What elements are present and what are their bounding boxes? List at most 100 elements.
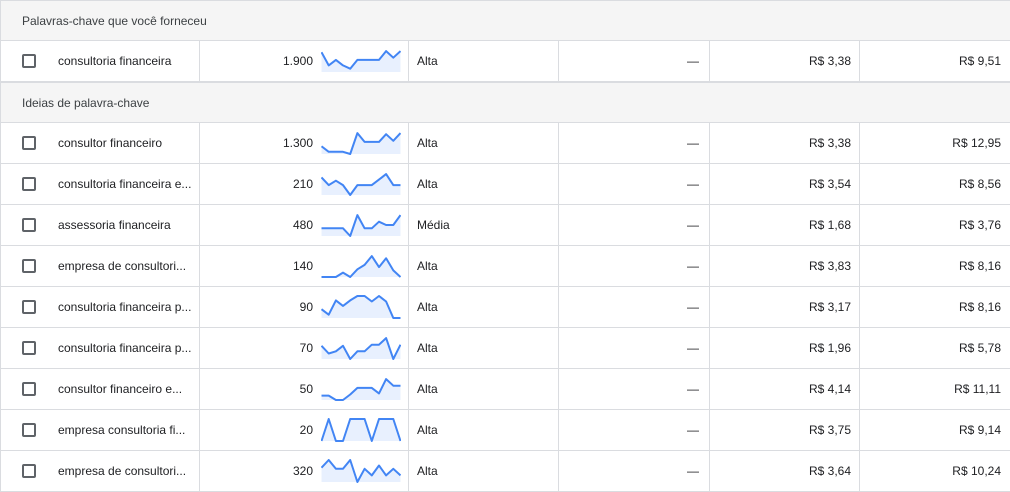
competition-cell: Alta xyxy=(409,369,559,409)
checkbox-cell xyxy=(1,287,49,327)
top-of-page-bid-high: R$ 9,51 xyxy=(958,54,1001,68)
checkbox-cell xyxy=(1,164,49,204)
top-of-page-bid-high: R$ 12,95 xyxy=(952,136,1001,150)
competition-cell: Alta xyxy=(409,287,559,327)
top-of-page-bid-low: R$ 3,17 xyxy=(710,287,860,327)
search-trend-sparkline xyxy=(321,295,401,319)
search-trend-sparkline xyxy=(321,255,401,278)
trend-cell xyxy=(320,287,409,327)
search-trend-sparkline xyxy=(321,378,401,401)
competition-cell: Alta xyxy=(409,410,559,450)
table-row: consultor financeiro e... 50 Alta — R$ 4,14 R… xyxy=(1,369,1010,410)
section-title: Ideias de palavra-chave xyxy=(22,95,150,110)
top-of-page-bid-low: R$ 3,75 xyxy=(710,410,860,450)
checkbox-cell xyxy=(1,328,49,368)
competition-cell: Alta xyxy=(409,246,559,286)
keyword-text: consultor financeiro e... xyxy=(58,382,183,396)
keyword-cell: assessoria financeira xyxy=(49,205,200,245)
checkbox-cell xyxy=(1,369,49,409)
keyword-text: empresa de consultori... xyxy=(58,464,187,478)
keyword-cell: consultor financeiro e... xyxy=(49,369,200,409)
top-of-page-bid-high: R$ 8,16 xyxy=(958,259,1001,273)
trend-cell xyxy=(320,410,409,450)
avg-monthly-searches: 70 xyxy=(299,341,313,355)
keyword-text: consultoria financeira e... xyxy=(58,177,192,191)
competition-cell: Alta xyxy=(409,164,559,204)
top-of-page-bid-high: R$ 9,14 xyxy=(958,423,1001,437)
search-trend-sparkline xyxy=(321,132,401,155)
checkbox-cell xyxy=(1,246,49,286)
table-row: empresa de consultori... 320 Alta — R$ 3,64 R… xyxy=(1,451,1010,492)
ad-impression-share: — xyxy=(559,123,710,163)
checkbox-cell xyxy=(1,123,49,163)
top-of-page-bid-high: R$ 11,11 xyxy=(954,382,1001,396)
search-trend-sparkline xyxy=(321,337,401,360)
keyword-text: consultoria financeira xyxy=(58,54,172,68)
keyword-cell: consultor financeiro xyxy=(49,123,200,163)
checkbox-cell xyxy=(1,205,49,245)
row-checkbox[interactable] xyxy=(22,259,36,273)
avg-monthly-searches: 50 xyxy=(299,382,313,396)
row-checkbox[interactable] xyxy=(22,54,36,68)
table-row: empresa consultoria fi... 20 Alta — R$ 3,75 R… xyxy=(1,410,1010,451)
trend-cell xyxy=(320,164,409,204)
keyword-text: empresa consultoria fi... xyxy=(58,423,186,437)
search-trend-sparkline xyxy=(321,459,401,483)
top-of-page-bid-high: R$ 8,16 xyxy=(958,300,1001,314)
trend-cell xyxy=(320,451,409,491)
row-checkbox[interactable] xyxy=(22,136,36,150)
ad-impression-share: — xyxy=(559,246,710,286)
avg-monthly-searches: 1.300 xyxy=(282,136,313,150)
keyword-cell: consultoria financeira p... xyxy=(49,287,200,327)
table-row: consultoria financeira e... 210 Alta — R$ 3,… xyxy=(1,164,1010,205)
avg-monthly-searches: 1.900 xyxy=(282,54,313,68)
trend-cell xyxy=(320,205,409,245)
keyword-cell: empresa de consultori... xyxy=(49,451,200,491)
top-of-page-bid-low: R$ 3,38 xyxy=(710,41,860,81)
ad-impression-share: — xyxy=(559,451,710,491)
keyword-text: consultor financeiro xyxy=(58,136,163,150)
row-checkbox[interactable] xyxy=(22,341,36,355)
competition-cell: Alta xyxy=(409,328,559,368)
ad-impression-share: — xyxy=(559,410,710,450)
ad-impression-share: — xyxy=(559,287,710,327)
ad-impression-share: — xyxy=(559,328,710,368)
row-checkbox[interactable] xyxy=(22,177,36,191)
checkbox-cell xyxy=(1,451,49,491)
keyword-text: consultoria financeira p... xyxy=(58,300,192,314)
table-row: consultor financeiro 1.300 Alta — R$ 3,38 R$ … xyxy=(1,123,1010,164)
search-trend-sparkline xyxy=(321,50,401,72)
keyword-cell: consultoria financeira e... xyxy=(49,164,200,204)
row-checkbox[interactable] xyxy=(22,218,36,232)
top-of-page-bid-high: R$ 10,24 xyxy=(952,464,1001,478)
trend-cell xyxy=(320,123,409,163)
top-of-page-bid-low: R$ 4,14 xyxy=(710,369,860,409)
top-of-page-bid-low: R$ 1,68 xyxy=(710,205,860,245)
row-checkbox[interactable] xyxy=(22,300,36,314)
ad-impression-share: — xyxy=(559,164,710,204)
row-checkbox[interactable] xyxy=(22,423,36,437)
trend-cell xyxy=(320,41,409,81)
top-of-page-bid-low: R$ 3,54 xyxy=(710,164,860,204)
top-of-page-bid-low: R$ 3,38 xyxy=(710,123,860,163)
search-trend-sparkline xyxy=(321,418,401,442)
table-row: assessoria financeira 480 Média — R$ 1,68 R$ … xyxy=(1,205,1010,246)
row-checkbox[interactable] xyxy=(22,464,36,478)
competition-cell: Média xyxy=(409,205,559,245)
keyword-text: consultoria financeira p... xyxy=(58,341,192,355)
checkbox-cell xyxy=(1,41,49,81)
keyword-cell: consultoria financeira p... xyxy=(49,328,200,368)
avg-monthly-searches: 480 xyxy=(292,218,313,232)
top-of-page-bid-high: R$ 5,78 xyxy=(958,341,1001,355)
top-of-page-bid-high: R$ 8,56 xyxy=(958,177,1001,191)
competition-cell: Alta xyxy=(409,41,559,81)
competition-cell: Alta xyxy=(409,451,559,491)
top-of-page-bid-low: R$ 1,96 xyxy=(710,328,860,368)
table-row: empresa de consultori... 140 Alta — R$ 3,83 R… xyxy=(1,246,1010,287)
keyword-cell: empresa de consultori... xyxy=(49,246,200,286)
table-row: consultoria financeira p... 70 Alta — R$ 1,9… xyxy=(1,328,1010,369)
avg-monthly-searches: 320 xyxy=(292,464,313,478)
row-checkbox[interactable] xyxy=(22,382,36,396)
search-trend-sparkline xyxy=(321,214,401,237)
top-of-page-bid-high: R$ 3,76 xyxy=(958,218,1001,232)
